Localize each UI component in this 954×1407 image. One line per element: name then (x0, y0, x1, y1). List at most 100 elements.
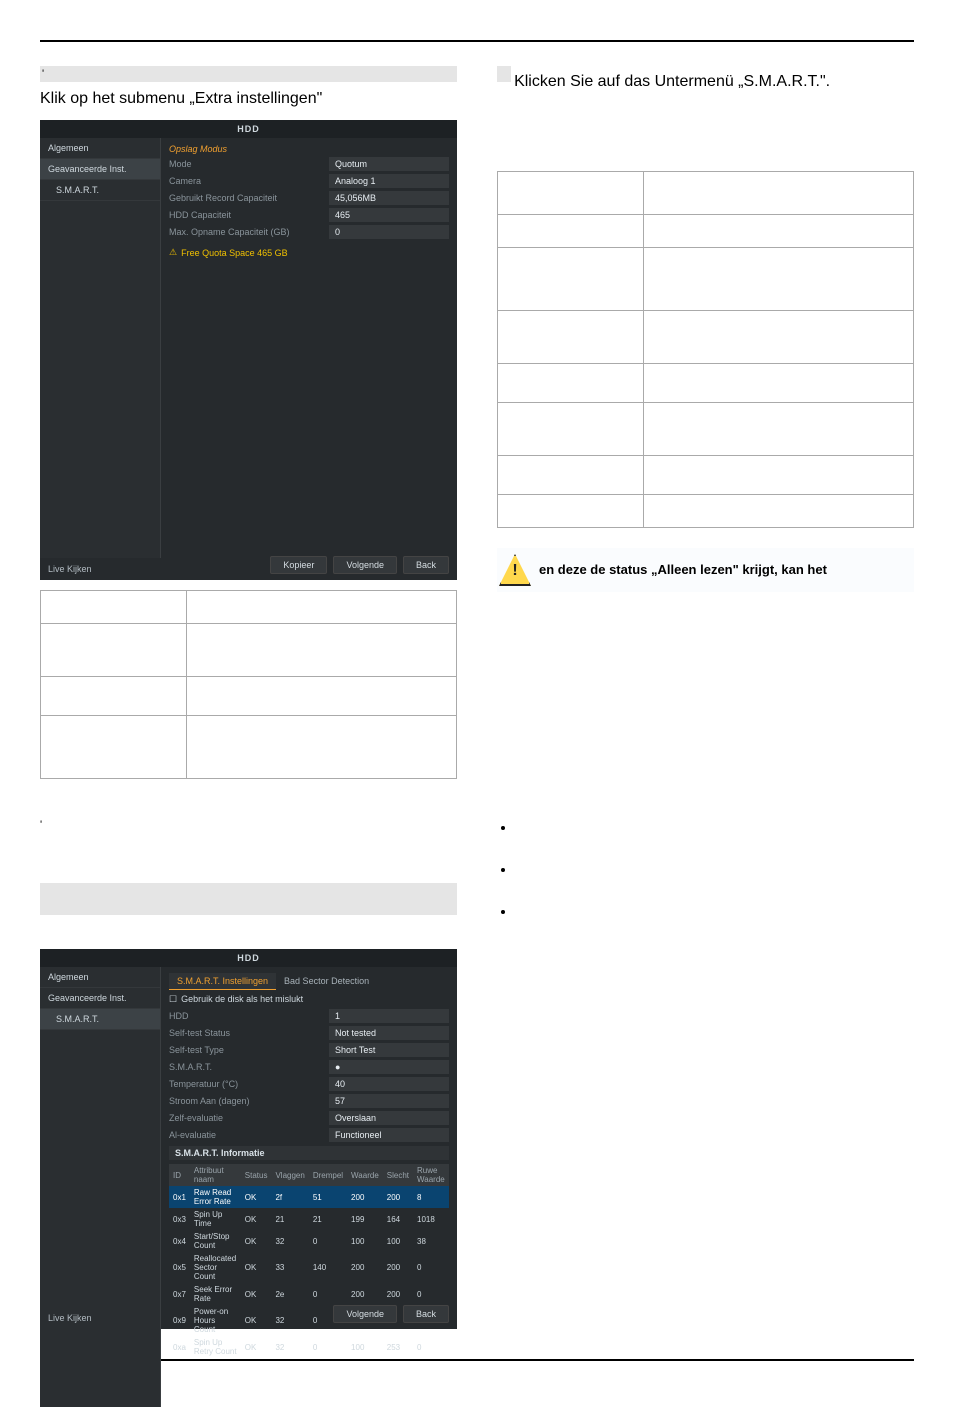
sm-smart-v[interactable]: ● (329, 1060, 449, 1074)
max-cap-value[interactable]: 0 (329, 225, 449, 239)
rt-r0c1 (643, 172, 913, 215)
rt-r2c1 (643, 248, 913, 311)
quota-warning-text: Free Quota Space 465 GB (181, 248, 288, 258)
smart-cell-val: 200 (347, 1283, 383, 1305)
lt-r0c0 (41, 591, 187, 624)
sm-hdd-l: HDD (169, 1011, 329, 1021)
smart-cell-id: 0x1 (169, 1186, 190, 1208)
smart-cell-status: OK (241, 1283, 272, 1305)
lt-r2c0 (41, 677, 187, 716)
rt-r6c1 (643, 456, 913, 495)
smart-panel-title: HDD (40, 949, 457, 967)
smart-cell-id: 0x7 (169, 1283, 190, 1305)
smart-cell-status: OK (241, 1336, 272, 1358)
rt-r1c0 (498, 215, 644, 248)
smart-cell-name: Power-on Hours Count (190, 1305, 241, 1336)
used-value: 45,056MB (329, 191, 449, 205)
section-label: Opslag Modus (169, 144, 449, 154)
smart-cell-id: 0x4 (169, 1230, 190, 1252)
use-disk-checkbox-row[interactable]: ☐Gebruik de disk als het mislukt (169, 994, 449, 1005)
smart-cell-raw: 0 (413, 1336, 449, 1358)
next-button[interactable]: Volgende (333, 556, 397, 574)
bullet-list (497, 820, 914, 918)
smart-cell-thresh: 51 (309, 1186, 347, 1208)
smart-cell-raw: 38 (413, 1230, 449, 1252)
smart-row[interactable]: 0x7Seek Error RateOK2e02002000 (169, 1283, 449, 1305)
smart-cell-name: Seek Error Rate (190, 1283, 241, 1305)
sidebar-item-smart-2[interactable]: S.M.A.R.T. (40, 1009, 160, 1030)
camera-value[interactable]: Analoog 1 (329, 174, 449, 188)
smart-cell-flags: 32 (271, 1230, 308, 1252)
smart-cell-id: 0x9 (169, 1305, 190, 1336)
smart-row[interactable]: 0x1Raw Read Error RateOK2f512002008 (169, 1186, 449, 1208)
hdd-cap-label: HDD Capaciteit (169, 210, 329, 220)
warning-icon: ⚠ (169, 247, 177, 258)
bullet-0 (515, 820, 914, 834)
sm-sts-v: Not tested (329, 1026, 449, 1040)
smart-cell-raw: 8 (413, 1186, 449, 1208)
grey-left-text: ' (42, 68, 44, 80)
sidebar-item-advanced-2[interactable]: Geavanceerde Inst. (40, 988, 160, 1009)
rt-r5c1 (643, 403, 913, 456)
back-button[interactable]: Back (403, 556, 449, 574)
checkbox-icon[interactable]: ☐ (169, 994, 177, 1004)
sidebar-item-general[interactable]: Algemeen (40, 138, 160, 159)
smart-cell-flags: 32 (271, 1336, 308, 1358)
smart-cell-worst: 200 (383, 1283, 413, 1305)
smart-cell-thresh: 21 (309, 1208, 347, 1230)
smart-cell-name: Spin Up Time (190, 1208, 241, 1230)
smart-cell-worst: 164 (383, 1208, 413, 1230)
tab-smart-settings[interactable]: S.M.A.R.T. Instellingen (169, 973, 276, 990)
smart-row[interactable]: 0x3Spin Up TimeOK21211991641018 (169, 1208, 449, 1230)
sm-stt-v[interactable]: Short Test (329, 1043, 449, 1057)
smart-cell-thresh: 0 (309, 1283, 347, 1305)
sidebar-item-general-2[interactable]: Algemeen (40, 967, 160, 988)
smart-next-button[interactable]: Volgende (333, 1305, 397, 1323)
lt-r1c1 (186, 624, 456, 677)
smart-row[interactable]: 0xaSpin Up Retry CountOK3201002530 (169, 1336, 449, 1358)
smart-cell-thresh: 0 (309, 1230, 347, 1252)
th-name: Attribuut naam (190, 1164, 241, 1186)
grey-stub-right (497, 66, 511, 82)
smart-back-button[interactable]: Back (403, 1305, 449, 1323)
bullet-1 (515, 862, 914, 876)
th-raw: Ruwe Waarde (413, 1164, 449, 1186)
smart-cell-status: OK (241, 1230, 272, 1252)
tab-bad-sector[interactable]: Bad Sector Detection (276, 973, 377, 990)
sm-se-l: Zelf-evaluatie (169, 1113, 329, 1123)
mid-comma: ' (40, 779, 457, 879)
rt-r7c1 (643, 495, 913, 528)
th-val: Waarde (347, 1164, 383, 1186)
rt-r2c0 (498, 248, 644, 311)
sidebar-item-smart[interactable]: S.M.A.R.T. (40, 180, 160, 201)
sm-hdd-v[interactable]: 1 (329, 1009, 449, 1023)
camera-label: Camera (169, 176, 329, 186)
smart-cell-worst: 100 (383, 1230, 413, 1252)
smart-row[interactable]: 0x4Start/Stop CountOK32010010038 (169, 1230, 449, 1252)
live-view-link[interactable]: Live Kijken (48, 564, 92, 574)
sm-tmp-v: 40 (329, 1077, 449, 1091)
sidebar-item-advanced[interactable]: Geavanceerde Inst. (40, 159, 160, 180)
smart-live-view-link[interactable]: Live Kijken (48, 1313, 92, 1323)
rt-r3c1 (643, 311, 913, 364)
quota-warning: ⚠ Free Quota Space 465 GB (169, 247, 449, 258)
smart-cell-val: 200 (347, 1252, 383, 1283)
rt-r4c1 (643, 364, 913, 403)
lt-r3c0 (41, 716, 187, 779)
smart-info-subhead: S.M.A.R.T. Informatie (169, 1146, 449, 1160)
smart-cell-name: Start/Stop Count (190, 1230, 241, 1252)
smart-cell-thresh: 140 (309, 1252, 347, 1283)
rt-r5c0 (498, 403, 644, 456)
copy-button[interactable]: Kopieer (270, 556, 327, 574)
smart-cell-name: Reallocated Sector Count (190, 1252, 241, 1283)
bullet-2 (515, 904, 914, 918)
mode-value[interactable]: Quotum (329, 157, 449, 171)
smart-row[interactable]: 0x5Reallocated Sector CountOK33140200200… (169, 1252, 449, 1283)
rt-r7c0 (498, 495, 644, 528)
grey-header-left: ' (40, 66, 457, 82)
smart-cell-id: 0xa (169, 1336, 190, 1358)
smart-cell-status: OK (241, 1186, 272, 1208)
smart-cell-flags: 2f (271, 1186, 308, 1208)
smart-cell-flags: 32 (271, 1305, 308, 1336)
sm-se-v: Overslaan (329, 1111, 449, 1125)
